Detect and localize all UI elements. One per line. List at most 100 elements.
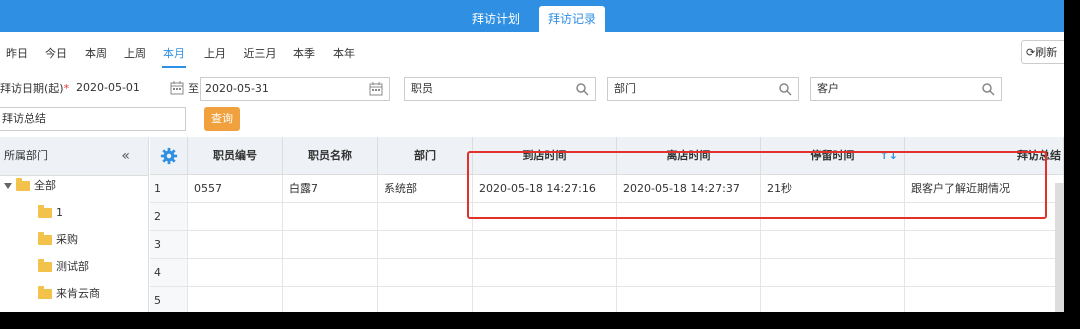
tree-node-label: 1 [56,206,63,219]
cell-visit-summary [905,259,1064,287]
department-placeholder: 部门 [614,82,636,95]
tree-node-label: 全部 [34,179,56,192]
cell-department: 系统部 [378,175,473,203]
cell-stay-duration [761,259,905,287]
cell-arrival-time [473,231,617,259]
cell-visit-summary [905,231,1064,259]
period-last-month[interactable]: 上月 [203,40,227,68]
cell-leave-time [617,231,761,259]
period-yesterday[interactable]: 昨日 [5,40,29,68]
top-nav-bar: 拜访计划 拜访记录 [0,0,1064,32]
cell-arrival-time [473,287,617,312]
cell-leave-time [617,203,761,231]
cell-employee-code [188,287,283,312]
cell-employee-name [283,259,378,287]
department-tree-header: 所属部门 « [0,137,148,176]
tree-node-laiken[interactable]: 来肯云商 [38,282,100,306]
period-this-quarter[interactable]: 本季 [292,40,316,68]
cell-leave-time: 2020-05-18 14:27:37 [617,175,761,203]
row-number: 2 [150,203,188,231]
folder-icon [16,178,30,191]
tree-node-1[interactable]: 1 [38,201,63,225]
employee-placeholder: 职员 [411,82,433,95]
cell-employee-name [283,287,378,312]
period-last-three-months[interactable]: 近三月 [243,40,277,68]
cell-leave-time [617,287,761,312]
date-range-to-label: 至 [188,82,199,95]
column-header-employee-name[interactable]: 职员名称 [283,137,378,175]
row-number: 3 [150,231,188,259]
column-header-department[interactable]: 部门 [378,137,473,175]
visit-date-label: 拜访日期(起)* [0,82,70,95]
start-date-value: 2020-05-01 [76,81,140,94]
period-this-year[interactable]: 本年 [332,40,356,68]
tree-node-label: 来肯云商 [56,287,100,300]
tree-node-root[interactable]: 全部 [4,174,56,198]
cell-employee-name: 白露7 [283,175,378,203]
search-icon[interactable] [981,82,995,96]
cell-employee-code [188,203,283,231]
cell-visit-summary [905,287,1064,312]
folder-icon [38,232,52,245]
cell-employee-code: 0557 [188,175,283,203]
cell-arrival-time: 2020-05-18 14:27:16 [473,175,617,203]
period-this-month[interactable]: 本月 [162,40,186,68]
period-this-week[interactable]: 本周 [84,40,108,68]
visit-summary-field[interactable]: 拜访总结 [0,107,186,131]
visit-records-table: 职员编号 职员名称 部门 到店时间 离店时间 停留时间 ↑↓ 拜访总结 1 055… [150,137,1064,312]
table-settings-header[interactable] [150,137,188,175]
column-header-leave-time[interactable]: 离店时间 [617,137,761,175]
cell-department [378,231,473,259]
period-filter-bar: 昨日 今日 本周 上周 本月 上月 近三月 本季 本年 [0,40,1064,68]
caret-down-icon[interactable] [4,183,12,189]
cell-arrival-time [473,203,617,231]
refresh-label: 刷新 [1035,46,1058,59]
period-last-week[interactable]: 上周 [123,40,147,68]
refresh-icon: ⟳ [1026,46,1036,59]
calendar-icon[interactable] [170,81,184,95]
cell-arrival-time [473,259,617,287]
vertical-scrollbar[interactable] [1055,183,1064,312]
tree-node-test-dept[interactable]: 测试部 [38,255,89,279]
query-button[interactable]: 查询 [204,107,240,131]
calendar-icon[interactable] [369,82,383,96]
tree-node-purchase[interactable]: 采购 [38,228,78,252]
cell-employee-code [188,231,283,259]
folder-icon [38,205,52,218]
tree-node-label: 采购 [56,233,78,246]
cell-stay-duration [761,203,905,231]
gear-icon[interactable] [160,147,178,165]
app-window: 拜访计划 拜访记录 昨日 今日 本周 上周 本月 上月 近三月 本季 本年 ⟳刷… [0,0,1064,312]
refresh-button[interactable]: ⟳刷新 [1021,40,1064,64]
employee-search-field[interactable]: 职员 [404,77,596,101]
sort-icon[interactable]: ↑↓ [880,137,898,175]
cell-department [378,203,473,231]
row-number: 1 [150,175,188,203]
tab-visit-records[interactable]: 拜访记录 [539,6,605,32]
end-date-field[interactable]: 2020-05-31 [200,77,390,101]
customer-search-field[interactable]: 客户 [810,77,1002,101]
column-header-visit-summary[interactable]: 拜访总结 [905,137,1064,175]
cell-employee-name [283,231,378,259]
period-today[interactable]: 今日 [44,40,68,68]
cell-visit-summary: 跟客户了解近期情况 [905,175,1064,203]
cell-stay-duration [761,287,905,312]
column-header-arrival-time[interactable]: 到店时间 [473,137,617,175]
column-header-stay-duration[interactable]: 停留时间 ↑↓ [761,137,905,175]
tree-node-label: 测试部 [56,260,89,273]
required-mark: * [63,82,70,95]
search-icon[interactable] [778,82,792,96]
cell-employee-code [188,259,283,287]
row-number: 4 [150,259,188,287]
tab-visit-plan[interactable]: 拜访计划 [462,6,530,32]
cell-stay-duration [761,231,905,259]
folder-icon [38,259,52,272]
cell-department [378,287,473,312]
double-chevron-left-icon[interactable]: « [121,137,130,175]
start-date-field[interactable]: 2020-05-01 [70,77,186,101]
department-search-field[interactable]: 部门 [607,77,799,101]
column-header-employee-code[interactable]: 职员编号 [188,137,283,175]
stay-duration-label: 停留时间 [810,149,855,162]
search-icon[interactable] [575,82,589,96]
cell-leave-time [617,259,761,287]
